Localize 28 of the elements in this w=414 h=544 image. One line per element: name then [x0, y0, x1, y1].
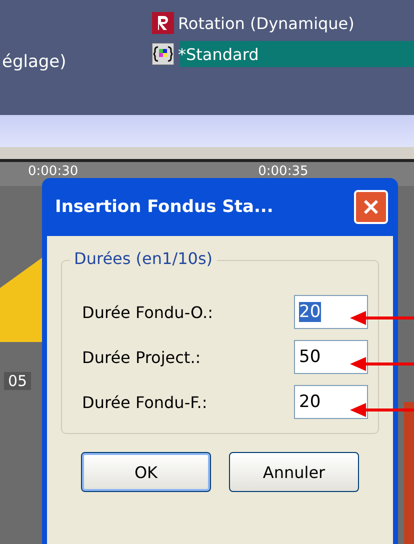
field-label: Durée Fondu-F.:	[82, 392, 208, 412]
palette-icon	[152, 43, 174, 65]
field-value: 50	[299, 347, 321, 367]
field-value: 20	[299, 392, 321, 412]
close-icon	[361, 197, 381, 217]
timecode: 0:00:30	[28, 164, 78, 181]
dialog-title: Insertion Fondus Sta...	[55, 197, 274, 217]
group-label: Durées (en1/10s)	[70, 249, 217, 268]
field-value: 20	[299, 302, 321, 322]
arrow-drawing	[350, 403, 414, 417]
field-label: Durée Fondu-O.:	[82, 302, 213, 322]
item-label: Rotation (Dynamique)	[178, 14, 354, 32]
r-letter-icon	[152, 12, 174, 34]
input-field[interactable]: 20	[294, 295, 368, 329]
effect-item[interactable]: *Standard	[152, 41, 414, 67]
field-label: Durée Project.:	[82, 348, 201, 366]
arrow-drawing	[350, 311, 414, 325]
arrow-drawing	[350, 357, 414, 371]
effect-item[interactable]: Rotation (Dynamique)	[152, 10, 414, 36]
input-field[interactable]: 20	[294, 385, 368, 419]
timecode: 0:00:35	[258, 164, 308, 181]
track-label: 05	[4, 372, 32, 390]
item-label: *Standard	[178, 44, 259, 64]
input-field[interactable]: 50	[294, 340, 368, 374]
dialog-button[interactable]: Annuler	[229, 452, 359, 492]
dialog-button[interactable]: OK	[81, 452, 211, 492]
panel-label: églage)	[1, 52, 68, 72]
close-button[interactable]	[354, 190, 388, 224]
